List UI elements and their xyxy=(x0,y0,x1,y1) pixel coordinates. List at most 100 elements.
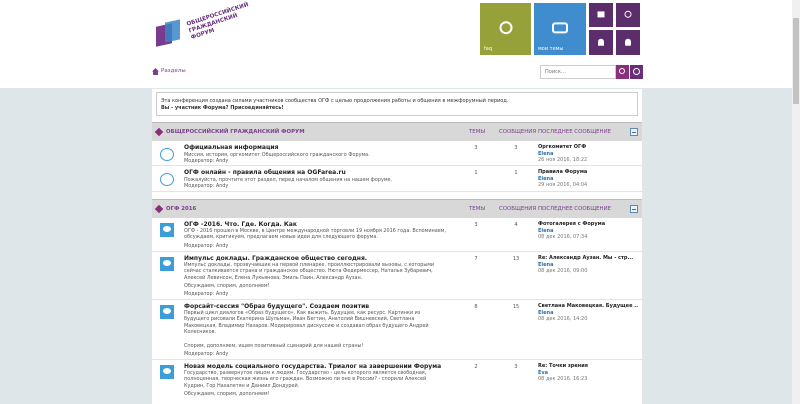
my-topics-tile[interactable]: мои темы xyxy=(534,3,586,55)
topics-count: 2 xyxy=(474,364,478,370)
topics-count: 3 xyxy=(474,145,478,151)
forum-row[interactable]: Новая модель социального государства. Тр… xyxy=(152,361,642,404)
home-icon[interactable] xyxy=(152,68,159,75)
forum-row[interactable]: Официальная информация Миссия, история, … xyxy=(152,142,642,166)
bell-icon xyxy=(625,38,631,46)
announcement-callout: Вы - участник Форума? Присоединяйтесь! xyxy=(161,105,284,111)
forum-unread-icon xyxy=(160,365,174,379)
breadcrumb-sections[interactable]: Разделы xyxy=(161,68,186,74)
last-post-date: 08 дек 2016, 07:34 xyxy=(538,234,588,240)
notifications-tile[interactable] xyxy=(616,30,640,55)
category-icon xyxy=(154,127,164,137)
topics-count: 8 xyxy=(474,304,478,310)
last-post: Оргкомитет ОГФ Elena 26 ноя 2016, 18:22 xyxy=(538,144,638,164)
topics-count: 3 xyxy=(474,222,478,228)
forum-moderator: Модератор: Andy xyxy=(184,291,229,297)
forum-title[interactable]: Импульс доклады. Гражданское общество се… xyxy=(184,255,367,262)
posts-count: 4 xyxy=(514,222,518,228)
forum-unread-icon xyxy=(160,223,174,237)
header: ОБЩЕРОССИЙСКИЙ ГРАЖДАНСКИЙ ФОРУМ faq мои… xyxy=(0,0,800,88)
forum-desc: Государство, развернутое лицом к людям. … xyxy=(184,370,427,389)
logout-tile[interactable] xyxy=(616,3,640,27)
last-post-date: 08 дек 2016, 09:00 xyxy=(538,268,588,274)
category-title[interactable]: ОГФ 2016 xyxy=(166,206,196,212)
posts-count: 3 xyxy=(514,145,518,151)
forum-moderator: Модератор: Andy xyxy=(184,158,229,164)
search-input[interactable] xyxy=(540,65,616,79)
last-post-date: 08 дек 2016, 16:23 xyxy=(538,376,588,382)
col-topics: ТЕМЫ xyxy=(469,129,486,135)
posts-count: 13 xyxy=(512,256,520,262)
forum-desc: Импульс доклады, прозвучавшие на первой … xyxy=(184,262,435,281)
forum-note: Обсуждаем, спорим, дополняем! xyxy=(184,283,270,289)
forum-index: Эта конференция создана силами участнико… xyxy=(152,89,642,404)
advanced-search-button[interactable] xyxy=(630,65,643,79)
col-posts: СООБЩЕНИЯ xyxy=(499,129,537,135)
forum-note: Спорим, дополняем, ищем позитивный сцена… xyxy=(184,343,364,349)
announcement-text: Эта конференция создана силами участнико… xyxy=(161,98,509,104)
last-post-user[interactable]: Elena xyxy=(538,176,553,182)
category-icon xyxy=(154,204,164,214)
posts-count: 15 xyxy=(512,304,520,310)
power-icon xyxy=(624,10,632,18)
lifebuoy-icon xyxy=(499,21,512,35)
collapse-button[interactable] xyxy=(630,205,638,213)
forum-title[interactable]: Официальная информация xyxy=(184,144,278,151)
col-last-post: ПОСЛЕДНЕЕ СООБЩЕНИЕ xyxy=(538,129,612,135)
announcement: Эта конференция создана силами участнико… xyxy=(156,92,638,116)
logo-text: ОБЩЕРОССИЙСКИЙ ГРАЖДАНСКИЙ ФОРУМ xyxy=(186,1,250,42)
last-post-user[interactable]: Elena xyxy=(538,262,553,268)
profile-tile[interactable] xyxy=(589,30,613,55)
forum-title[interactable]: ОГФ онлайн - правила общения на OGFarea.… xyxy=(184,169,346,176)
navbar: Разделы xyxy=(150,64,643,84)
forum-row[interactable]: ОГФ -2016. Что. Где. Когда. Как ОГФ - 20… xyxy=(152,219,642,252)
col-last-post: ПОСЛЕДНЕЕ СООБЩЕНИЕ xyxy=(538,206,612,212)
last-post: Re: Александр Аузан. Мы - стр... Elena 0… xyxy=(538,255,638,275)
forum-title[interactable]: ОГФ -2016. Что. Где. Когда. Как xyxy=(184,221,297,228)
last-post-user[interactable]: Elena xyxy=(538,228,553,234)
category-title[interactable]: ОБЩЕРОССИЙСКИЙ ГРАЖДАНСКИЙ ФОРУМ xyxy=(166,129,305,135)
forum-read-icon xyxy=(160,173,174,186)
user-icon xyxy=(598,38,604,46)
category-header: ОГФ 2016 ТЕМЫ СООБЩЕНИЯ ПОСЛЕДНЕЕ СООБЩЕ… xyxy=(152,199,642,218)
last-post-user[interactable]: Eva xyxy=(538,370,548,376)
envelope-icon xyxy=(597,11,605,18)
category-header: ОБЩЕРОССИЙСКИЙ ГРАЖДАНСКИЙ ФОРУМ ТЕМЫ СО… xyxy=(152,122,642,141)
posts-count: 1 xyxy=(514,170,518,176)
forum-desc: ОГФ - 2016 прошел в Москве, в Центре меж… xyxy=(184,228,446,241)
forum-unread-icon xyxy=(160,257,174,271)
last-post-date: 26 ноя 2016, 18:22 xyxy=(538,157,588,163)
col-posts: СООБЩЕНИЯ xyxy=(499,206,537,212)
last-post: Фотогалерея с Форума Elena 08 дек 2016, … xyxy=(538,221,638,241)
last-post: Правила Форума Elena 29 ноя 2016, 04:04 xyxy=(538,169,638,189)
scrollbar-thumb[interactable] xyxy=(793,18,799,104)
posts-count: 3 xyxy=(514,364,518,370)
faq-label: faq xyxy=(484,46,492,52)
forum-row[interactable]: Форсайт-сессия "Образ будущего". Создаем… xyxy=(152,301,642,360)
forum-row[interactable]: Импульс доклады. Гражданское общество се… xyxy=(152,253,642,300)
logo-mark-icon xyxy=(156,19,184,47)
forum-moderator: Модератор: Andy xyxy=(184,183,229,189)
my-topics-label: мои темы xyxy=(538,46,564,52)
forum-unread-icon xyxy=(160,305,174,319)
forum-read-icon xyxy=(160,148,174,161)
last-post-date: 29 ноя 2016, 04:04 xyxy=(538,182,588,188)
messages-tile[interactable] xyxy=(589,3,613,27)
last-post-user[interactable]: Elena xyxy=(538,151,553,157)
forum-title[interactable]: Новая модель социального государства. Тр… xyxy=(184,363,441,370)
last-post: Светлана Маковецкая. Будущее ... Elena 0… xyxy=(538,303,638,323)
forum-note: Обсуждаем, спорим, дополняем! xyxy=(184,391,270,397)
globe-icon xyxy=(633,68,640,75)
topics-count: 7 xyxy=(474,256,478,262)
logo[interactable]: ОБЩЕРОССИЙСКИЙ ГРАЖДАНСКИЙ ФОРУМ xyxy=(156,2,256,52)
collapse-button[interactable] xyxy=(630,128,638,136)
forum-row[interactable]: ОГФ онлайн - правила общения на OGFarea.… xyxy=(152,167,642,192)
forum-title[interactable]: Форсайт-сессия "Образ будущего". Создаем… xyxy=(184,303,369,310)
col-topics: ТЕМЫ xyxy=(469,206,486,212)
forum-desc: Первый цикл диалогов «Образ будущего». К… xyxy=(184,310,429,335)
chat-icon xyxy=(552,22,568,34)
search-button[interactable] xyxy=(616,65,629,79)
last-post-user[interactable]: Elena xyxy=(538,310,553,316)
page-scrollbar[interactable] xyxy=(792,0,800,404)
faq-tile[interactable]: faq xyxy=(480,3,531,55)
